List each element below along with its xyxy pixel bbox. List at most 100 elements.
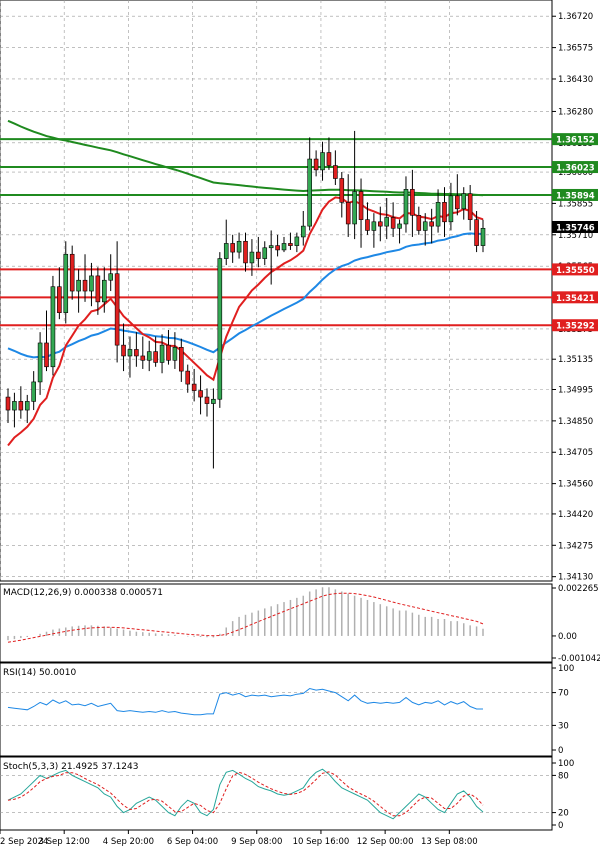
candle-body <box>57 286 62 313</box>
candle-body <box>307 158 312 227</box>
candle-body <box>384 217 390 227</box>
candle-body <box>223 243 229 259</box>
candle-body <box>44 342 49 368</box>
candle-body <box>320 152 325 171</box>
rsi-tick-label: 30 <box>558 721 569 731</box>
candle-body <box>378 221 383 227</box>
support-level-tag-label: 1.35421 <box>556 294 595 304</box>
macd-axis: 0.002265 0.00 -0.001042 <box>552 584 600 664</box>
time-axis: 2 Sep 20243 Sep 12:00 4 Sep 20:00 6 Sep 04… <box>0 830 478 847</box>
candle-body <box>179 347 184 372</box>
candle-body <box>326 152 332 166</box>
candle-body <box>50 286 56 368</box>
candle-body <box>18 401 24 411</box>
candle-body <box>448 195 454 223</box>
candle-body <box>455 195 460 210</box>
candle-body <box>262 247 268 259</box>
candle-body <box>95 275 101 303</box>
candle-body <box>134 349 139 357</box>
resistance-level-tag-label: 1.36023 <box>556 164 595 174</box>
candle-body <box>339 178 345 203</box>
candle-body <box>294 236 300 246</box>
stoch-tick-label: 0 <box>558 821 563 831</box>
candle-body <box>185 370 191 385</box>
candle-body <box>313 158 319 171</box>
resistance-level-tag-label: 1.35894 <box>556 191 595 201</box>
stoch-axis: 100 80 20 0 <box>552 759 574 831</box>
price-tick-label: 1.34130 <box>558 573 593 583</box>
stoch-label: Stoch(5,3,3) 21.4925 37.1243 <box>3 762 138 772</box>
candle-body <box>403 189 409 225</box>
candle-body <box>333 165 338 179</box>
chart-canvas: 1.367201.365751.364301.362801.361351.360… <box>0 0 600 847</box>
candle-body <box>435 202 441 227</box>
rsi-tick-label: 70 <box>558 689 569 699</box>
price-tick-label: 1.34275 <box>558 541 593 551</box>
candle-body <box>467 193 473 220</box>
price-tick-label: 1.36575 <box>558 44 593 54</box>
price-tick-label: 1.34705 <box>558 448 593 458</box>
price-panel: 1.367201.365751.364301.362801.361351.360… <box>0 0 598 583</box>
stoch-tick-label: 100 <box>558 759 574 769</box>
time-tick-label: 4 Sep 20:00 <box>103 837 154 847</box>
candle-body <box>159 344 165 363</box>
candle-body <box>37 342 43 383</box>
candle-body <box>31 381 36 402</box>
stoch-tick-label: 20 <box>558 809 569 819</box>
time-tick-label: 13 Sep 08:00 <box>421 837 478 847</box>
macd-tick-label: -0.001042 <box>558 654 600 664</box>
candle-body <box>249 251 255 264</box>
candle-body <box>217 258 223 400</box>
macd-tick-label: 0.002265 <box>558 584 599 594</box>
candle-body <box>256 251 261 259</box>
candle-body <box>140 355 146 361</box>
price-tick-label: 1.35135 <box>558 355 593 365</box>
support-level-tag-label: 1.35550 <box>556 266 595 276</box>
rsi-panel-frame <box>0 662 553 757</box>
rsi-tick-label: 0 <box>558 746 563 756</box>
candle <box>217 252 223 408</box>
time-tick-label: 12 Sep 00:00 <box>357 837 414 847</box>
candle-body <box>24 401 30 411</box>
candle-body <box>89 275 94 292</box>
time-tick-label: 6 Sep 04:00 <box>167 837 218 847</box>
candle-body <box>416 215 422 231</box>
price-tick-label: 1.36720 <box>558 12 593 22</box>
candle-body <box>429 221 434 227</box>
stoch-panel: Stoch(5,3,3) 21.4925 37.1243 100 80 20 0 <box>0 756 574 831</box>
time-tick-label: 3 Sep 12:00 <box>39 837 90 847</box>
candle-body <box>166 344 171 361</box>
candle-body <box>127 349 133 357</box>
price-tick-label: 1.34560 <box>558 480 593 490</box>
candle-body <box>211 398 216 404</box>
candle-body <box>461 193 467 210</box>
time-tick-label: 10 Sep 16:00 <box>293 837 350 847</box>
price-tick-label: 1.34850 <box>558 417 593 427</box>
candle-body <box>345 202 351 225</box>
price-tick-label: 1.34420 <box>558 510 593 520</box>
current-price-label: 1.35746 <box>556 223 595 233</box>
macd-label: MACD(12,26,9) 0.000338 0.000571 <box>3 588 163 598</box>
candle-body <box>352 191 357 225</box>
candle-body <box>230 243 235 253</box>
rsi-label: RSI(14) 50.0010 <box>3 668 76 678</box>
candle-body <box>153 351 158 363</box>
candle-body <box>243 240 248 264</box>
time-tick-label: 9 Sep 08:00 <box>231 837 282 847</box>
candle-body <box>198 390 203 398</box>
candle-body <box>121 344 126 357</box>
candle-body <box>358 191 364 220</box>
candle-body <box>76 279 81 292</box>
candle-body <box>480 227 486 246</box>
price-tick-label: 1.36430 <box>558 75 593 85</box>
rsi-tick-label: 100 <box>558 664 574 674</box>
candle-body <box>236 240 242 253</box>
candle-body <box>69 253 75 292</box>
candle-body <box>281 243 287 251</box>
candle-body <box>101 279 107 303</box>
macd-tick-label: 0.00 <box>558 632 577 642</box>
support-level-tag-label: 1.35292 <box>556 322 595 332</box>
candle-body <box>114 273 120 346</box>
candle-body <box>82 279 88 292</box>
candle-body <box>442 202 447 223</box>
